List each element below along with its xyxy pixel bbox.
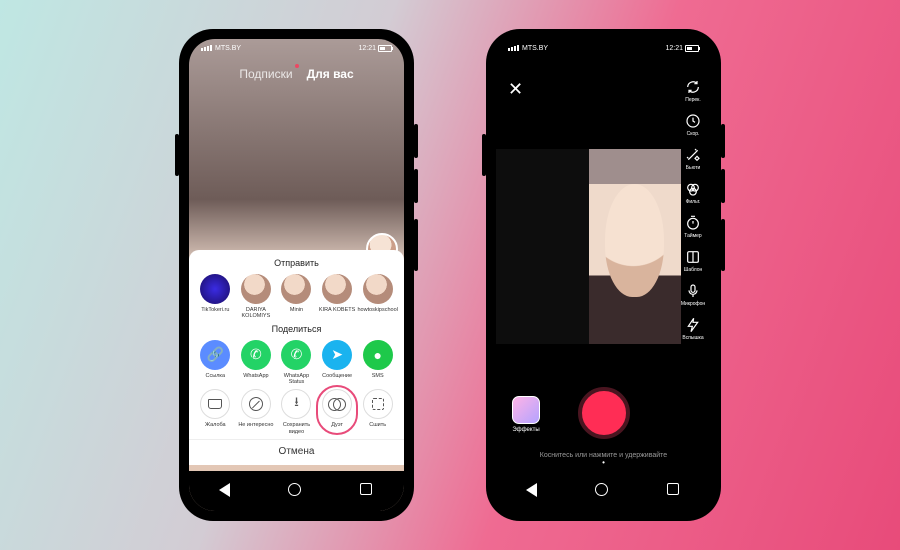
flash-icon xyxy=(685,317,701,333)
action-not-interested[interactable]: Не интересно xyxy=(237,389,275,435)
battery-icon xyxy=(685,45,699,52)
send-friend[interactable]: DARIYA KOLOMIYS xyxy=(237,274,275,320)
duet-self-pane xyxy=(496,149,589,344)
tool-timer[interactable]: Таймер xyxy=(679,215,707,239)
nav-back-icon[interactable] xyxy=(217,483,233,499)
share-whatsapp-status[interactable]: ✆WhatsApp Status xyxy=(277,340,315,386)
nav-recent-icon[interactable] xyxy=(667,483,683,499)
send-friend[interactable]: KIRA KOBETS xyxy=(318,274,356,320)
tab-following[interactable]: Подписки xyxy=(239,67,292,81)
sparkle-icon xyxy=(685,147,701,163)
close-button[interactable]: ✕ xyxy=(508,79,523,100)
stitch-icon xyxy=(363,389,393,419)
side-button xyxy=(721,169,725,203)
nav-home-icon[interactable] xyxy=(288,483,304,499)
tool-filters[interactable]: Фильт. xyxy=(679,181,707,205)
duet-icon xyxy=(322,389,352,419)
status-bar: MTS.BY 12:21 xyxy=(496,39,711,57)
mic-icon xyxy=(685,283,701,299)
share-link[interactable]: 🔗Ссылка xyxy=(196,340,234,386)
phone-right: MTS.BY 12:21 ✕ Перек. Скор. Бьюти Фильт.… xyxy=(486,29,721,521)
cancel-button[interactable]: Отмена xyxy=(189,439,404,459)
whatsapp-icon: ✆ xyxy=(281,340,311,370)
mode-indicator: • xyxy=(496,458,711,467)
send-friend[interactable]: TikTokeri.ru xyxy=(196,274,234,320)
template-icon xyxy=(685,249,701,265)
phone-left: MTS.BY 12:21 Подписки Для вас Отправить … xyxy=(179,29,414,521)
tab-for-you[interactable]: Для вас xyxy=(307,67,354,81)
share-message[interactable]: ➤Сообщение xyxy=(318,340,356,386)
action-duet[interactable]: Дуэт xyxy=(318,389,356,435)
battery-icon xyxy=(378,45,392,52)
no-icon xyxy=(241,389,271,419)
tool-beauty[interactable]: Бьюти xyxy=(679,147,707,171)
side-button xyxy=(414,219,418,271)
speed-icon xyxy=(685,113,701,129)
share-title: Поделиться xyxy=(189,324,404,334)
send-friend[interactable]: Minin xyxy=(277,274,315,320)
carrier-label: MTS.BY xyxy=(215,45,241,52)
download-icon: ⭳ xyxy=(281,389,311,419)
carrier-label: MTS.BY xyxy=(522,45,548,52)
action-stitch[interactable]: Сшить xyxy=(359,389,397,435)
share-sms[interactable]: ●SMS xyxy=(359,340,397,386)
send-friend[interactable]: howtoskipschool xyxy=(359,274,397,320)
tool-mic[interactable]: Микрофон xyxy=(679,283,707,307)
filter-icon xyxy=(685,181,701,197)
nav-home-icon[interactable] xyxy=(595,483,611,499)
link-icon: 🔗 xyxy=(200,340,230,370)
side-button xyxy=(175,134,179,176)
share-sheet: Отправить TikTokeri.ru DARIYA KOLOMIYS M… xyxy=(189,250,404,465)
tool-flash[interactable]: Вспышка xyxy=(679,317,707,341)
action-save-video[interactable]: ⭳Сохранить видео xyxy=(277,389,315,435)
signal-icon xyxy=(508,45,519,51)
tool-speed[interactable]: Скор. xyxy=(679,113,707,137)
flip-icon xyxy=(685,79,701,95)
chat-icon: ● xyxy=(363,340,393,370)
android-nav-bar xyxy=(189,471,404,511)
timer-icon xyxy=(685,215,701,231)
signal-icon xyxy=(201,45,212,51)
status-bar: MTS.BY 12:21 xyxy=(189,39,404,57)
camera-tools: Перек. Скор. Бьюти Фильт. Таймер Шаблон … xyxy=(679,79,707,341)
side-button xyxy=(721,124,725,158)
whatsapp-icon: ✆ xyxy=(241,340,271,370)
share-whatsapp[interactable]: ✆WhatsApp xyxy=(237,340,275,386)
android-nav-bar xyxy=(496,471,711,511)
duet-preview xyxy=(496,149,681,344)
duet-source-pane xyxy=(589,149,682,344)
clock-label: 12:21 xyxy=(358,45,376,52)
nav-back-icon[interactable] xyxy=(524,483,540,499)
send-icon: ➤ xyxy=(322,340,352,370)
side-button xyxy=(414,169,418,203)
feed-tabs: Подписки Для вас xyxy=(189,67,404,81)
clock-label: 12:21 xyxy=(665,45,683,52)
side-button xyxy=(482,134,486,176)
side-button xyxy=(721,219,725,271)
send-title: Отправить xyxy=(189,258,404,268)
tool-template[interactable]: Шаблон xyxy=(679,249,707,273)
record-button[interactable] xyxy=(578,387,630,439)
nav-recent-icon[interactable] xyxy=(360,483,376,499)
flag-icon xyxy=(200,389,230,419)
action-report[interactable]: Жалоба xyxy=(196,389,234,435)
side-button xyxy=(414,124,418,158)
tool-flip[interactable]: Перек. xyxy=(679,79,707,103)
